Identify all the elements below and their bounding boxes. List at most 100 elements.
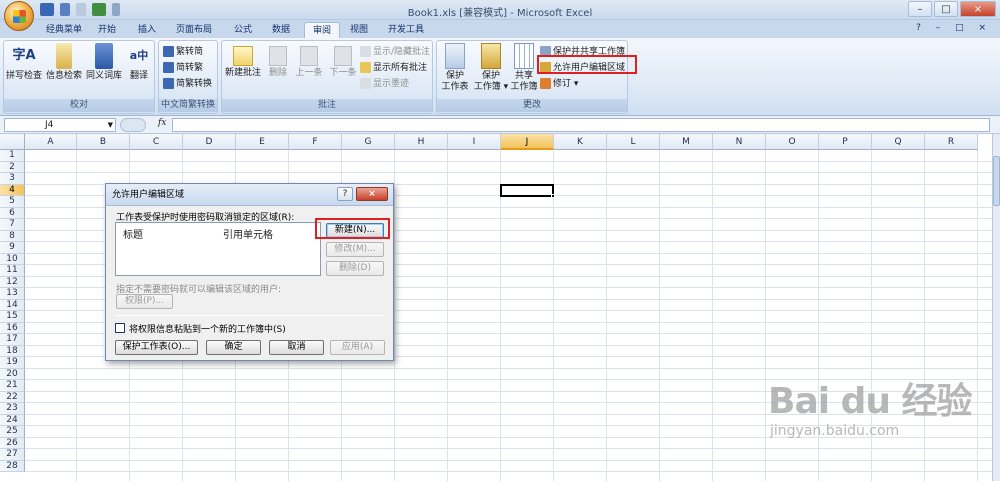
column-header-d[interactable]: D: [183, 134, 236, 150]
column-header-r[interactable]: R: [925, 134, 978, 150]
cancel-button[interactable]: 取消: [269, 340, 324, 355]
column-header-o[interactable]: O: [766, 134, 819, 150]
tab-view[interactable]: 视图: [342, 22, 376, 38]
dialog-help-button[interactable]: ?: [337, 187, 353, 201]
protect-sheet-button[interactable]: 保护 工作表: [439, 43, 471, 93]
new-comment-label: 新建批注: [224, 68, 261, 78]
column-header-g[interactable]: G: [342, 134, 395, 150]
row-header-1[interactable]: 1: [0, 150, 25, 162]
apply-button[interactable]: 应用(A): [330, 340, 385, 355]
row-header-27[interactable]: 27: [0, 449, 25, 461]
help-icon[interactable]: ? – □ ×: [916, 23, 992, 33]
row-header-6[interactable]: 6: [0, 207, 25, 219]
translate-button[interactable]: a中 翻译: [125, 43, 153, 82]
column-header-f[interactable]: F: [289, 134, 342, 150]
row-header-18[interactable]: 18: [0, 345, 25, 357]
minimize-button[interactable]: –: [908, 1, 932, 17]
protect-sheet-dialog-button[interactable]: 保护工作表(O)...: [115, 340, 198, 355]
research-button[interactable]: 信息检索: [44, 43, 84, 82]
row-header-4[interactable]: 4: [0, 184, 25, 196]
active-cell[interactable]: [500, 183, 554, 197]
column-header-p[interactable]: P: [819, 134, 872, 150]
fill-handle[interactable]: [551, 194, 555, 198]
row-header-3[interactable]: 3: [0, 173, 25, 185]
spelling-button[interactable]: 字A 拼写检查: [6, 43, 42, 82]
row-header-25[interactable]: 25: [0, 426, 25, 438]
row-header-24[interactable]: 24: [0, 414, 25, 426]
row-header-14[interactable]: 14: [0, 299, 25, 311]
row-header-20[interactable]: 20: [0, 368, 25, 380]
tab-review[interactable]: 审阅: [304, 22, 341, 38]
tab-page-layout[interactable]: 页面布局: [168, 22, 220, 38]
delete-range-button[interactable]: 删除(D): [326, 261, 384, 276]
column-header-b[interactable]: B: [77, 134, 130, 150]
modify-range-button[interactable]: 修改(M)...: [326, 242, 384, 257]
row-header-26[interactable]: 26: [0, 437, 25, 449]
thesaurus-button[interactable]: 同义词库: [84, 43, 124, 82]
convert-button[interactable]: 简繁转换: [163, 77, 212, 90]
delete-comment-button[interactable]: 删除: [264, 43, 292, 79]
row-header-8[interactable]: 8: [0, 230, 25, 242]
row-header-7[interactable]: 7: [0, 219, 25, 231]
row-header-15[interactable]: 15: [0, 311, 25, 323]
dialog-close-button[interactable]: ×: [356, 187, 388, 201]
show-ink-button[interactable]: 显示墨迹: [360, 77, 409, 90]
next-comment-button[interactable]: 下一条: [326, 43, 360, 79]
close-button[interactable]: ×: [960, 1, 996, 17]
vertical-scrollbar[interactable]: [992, 134, 1000, 481]
column-header-a[interactable]: A: [25, 134, 77, 150]
row-header-23[interactable]: 23: [0, 403, 25, 415]
column-header-i[interactable]: I: [448, 134, 501, 150]
tab-insert[interactable]: 插入: [130, 22, 164, 38]
column-header-e[interactable]: E: [236, 134, 289, 150]
tab-formulas[interactable]: 公式: [226, 22, 260, 38]
column-header-m[interactable]: M: [660, 134, 713, 150]
row-header-10[interactable]: 10: [0, 253, 25, 265]
previous-comment-button[interactable]: 上一条: [292, 43, 326, 79]
row-header-2[interactable]: 2: [0, 161, 25, 173]
trad-to-simp-button[interactable]: 繁转简: [163, 45, 203, 58]
row-header-17[interactable]: 17: [0, 334, 25, 346]
column-header-n[interactable]: N: [713, 134, 766, 150]
insert-function-button[interactable]: fx: [158, 118, 166, 128]
paste-permissions-checkbox[interactable]: [115, 323, 125, 333]
column-header-l[interactable]: L: [607, 134, 660, 150]
row-header-12[interactable]: 12: [0, 276, 25, 288]
simp-to-trad-button[interactable]: 简转繁: [163, 61, 203, 74]
column-header-j[interactable]: J: [501, 134, 554, 150]
maximize-button[interactable]: □: [934, 1, 958, 17]
column-header-k[interactable]: K: [554, 134, 607, 150]
show-all-comments-button[interactable]: 显示所有批注: [360, 61, 427, 74]
formula-input[interactable]: [172, 118, 990, 132]
column-header-c[interactable]: C: [130, 134, 183, 150]
tab-developer[interactable]: 开发工具: [380, 22, 432, 38]
row-header-21[interactable]: 21: [0, 380, 25, 392]
row-header-5[interactable]: 5: [0, 196, 25, 208]
column-header-q[interactable]: Q: [872, 134, 925, 150]
scrollbar-thumb[interactable]: [993, 156, 1000, 206]
row-header-19[interactable]: 19: [0, 357, 25, 369]
tab-classic-menu[interactable]: 经典菜单: [38, 22, 90, 38]
select-all-corner[interactable]: [0, 134, 25, 150]
ok-button[interactable]: 确定: [206, 340, 261, 355]
column-header-h[interactable]: H: [395, 134, 448, 150]
name-box[interactable]: J4 ▼: [4, 118, 116, 132]
share-workbook-button[interactable]: 共享 工作簿: [509, 43, 539, 93]
row-header-22[interactable]: 22: [0, 391, 25, 403]
show-hide-comment-button[interactable]: 显示/隐藏批注: [360, 45, 430, 58]
row-header-13[interactable]: 13: [0, 288, 25, 300]
ranges-listbox[interactable]: 标题 引用单元格: [115, 222, 321, 276]
row-header-28[interactable]: 28: [0, 460, 25, 472]
share-workbook-label-2: 工作簿: [510, 82, 538, 92]
permissions-button[interactable]: 权限(P)...: [116, 294, 173, 309]
row-header-11[interactable]: 11: [0, 265, 25, 277]
new-comment-button[interactable]: 新建批注: [223, 43, 263, 79]
row-header-9[interactable]: 9: [0, 242, 25, 254]
row-header-16[interactable]: 16: [0, 322, 25, 334]
office-button[interactable]: [4, 1, 34, 31]
track-changes-button[interactable]: 修订 ▾: [540, 77, 578, 90]
name-box-dropdown-icon[interactable]: ▼: [108, 119, 113, 131]
tab-home[interactable]: 开始: [90, 22, 124, 38]
tab-data[interactable]: 数据: [264, 22, 298, 38]
protect-workbook-button[interactable]: 保护 工作簿 ▾: [473, 43, 509, 93]
